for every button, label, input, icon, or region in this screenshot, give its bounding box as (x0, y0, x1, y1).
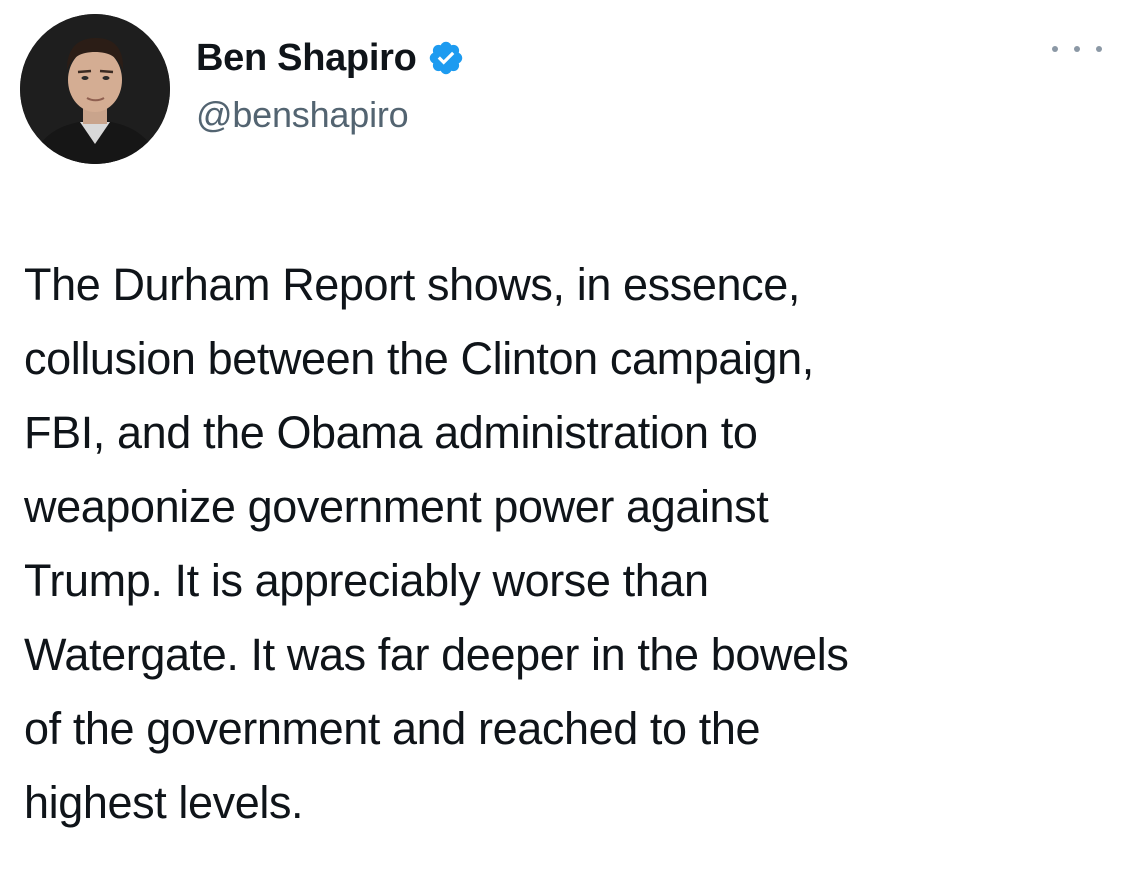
more-dot (1074, 46, 1080, 52)
tweet-text-line: Watergate. It was far deeper in the bowe… (24, 629, 849, 680)
tweet-text-line: highest levels. (24, 777, 304, 828)
tweet-text-line: The Durham Report shows, in essence, (24, 259, 800, 310)
avatar-image (20, 14, 170, 164)
avatar[interactable] (20, 14, 170, 164)
tweet-text-line: FBI, and the Obama administration to (24, 407, 758, 458)
author-name-row: Ben Shapiro (196, 30, 465, 86)
more-dot (1052, 46, 1058, 52)
tweet-text-line: of the government and reached to the (24, 703, 761, 754)
author-display-name[interactable]: Ben Shapiro (196, 37, 417, 80)
tweet-text-line: Trump. It is appreciably worse than (24, 555, 709, 606)
more-dot (1096, 46, 1102, 52)
more-options-icon[interactable] (1052, 34, 1102, 64)
tweet-text-line: weaponize government power against (24, 481, 769, 532)
author-handle[interactable]: @benshapiro (196, 94, 409, 136)
tweet-text-line: collusion between the Clinton campaign, (24, 333, 814, 384)
tweet-text: The Durham Report shows, in essence, col… (24, 248, 1094, 840)
tweet-card: Ben Shapiro @benshapiro The Durham Repor… (0, 0, 1126, 871)
verified-badge-icon (427, 39, 465, 77)
